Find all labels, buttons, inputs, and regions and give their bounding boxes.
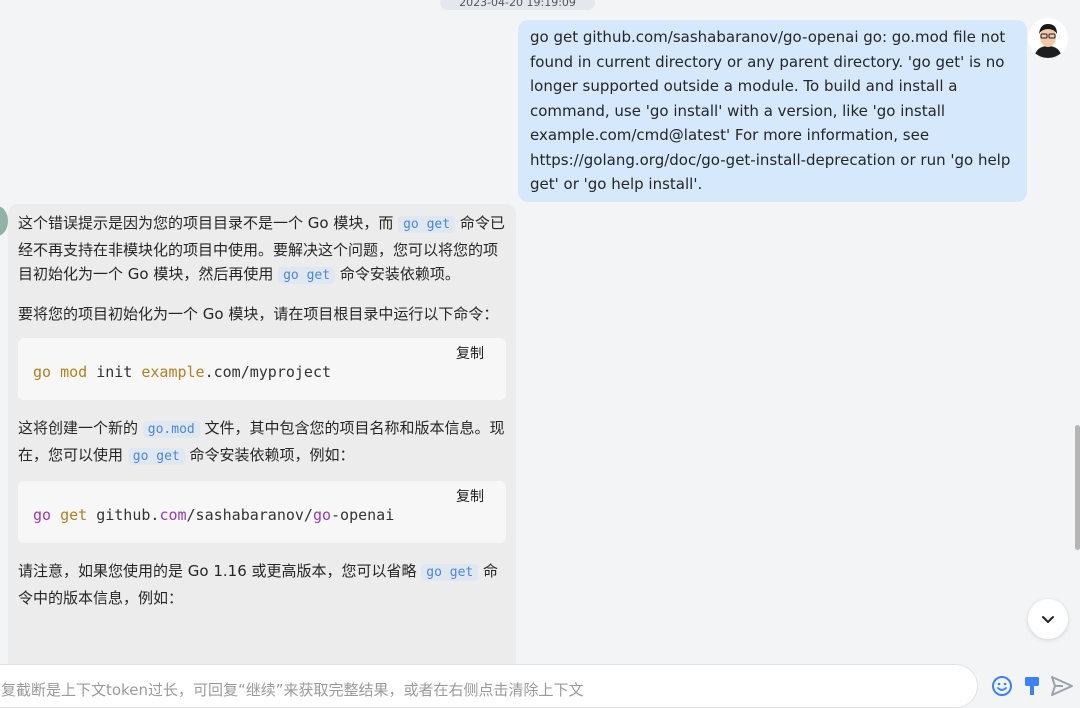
user-message-text: go get github.com/sashabaranov/go-openai… [530,28,1011,193]
chat-input-placeholder: 复截断是上下文token过长，可回复“继续”来获取完整结果，或者在右侧点击清除上… [1,681,584,699]
inline-code: go get [398,216,456,233]
brush-icon [1025,677,1039,695]
paragraph-text: 命令安装依赖项，例如： [184,445,355,464]
smile-icon [992,676,1012,696]
inline-code: go get [278,267,336,284]
chevron-down-icon [1042,616,1054,623]
code-block-1: 复制 go mod init example.com/myproject [18,338,506,400]
assistant-paragraph-4: 请注意，如果您使用的是 Go 1.16 或更高版本，您可以省略 go get 命… [18,559,506,610]
scrollbar-thumb[interactable] [1075,425,1080,550]
emoji-button[interactable] [991,675,1013,701]
assistant-paragraph-2: 要将您的项目初始化为一个 Go 模块，请在项目根目录中运行以下命令： [18,304,499,323]
paragraph-text: 这个错误提示是因为您的项目目录不是一个 Go 模块，而 [18,214,399,232]
paragraph-text: 这将创建一个新的 [18,419,143,437]
inline-code: go get [421,564,479,581]
paragraph-text: 命令安装依赖项。 [335,265,460,283]
code-line: go get github.com/sashabaranov/go-openai [33,506,395,524]
assistant-message-bubble: 这个错误提示是因为您的项目目录不是一个 Go 模块，而 go get 命令已经不… [8,204,516,674]
inline-code: go.mod [142,421,200,438]
copy-button[interactable]: 复制 [456,341,484,366]
code-block-2: 复制 go get github.com/sashabaranov/go-ope… [18,481,506,543]
paragraph-text: 请注意，如果您使用的是 Go 1.16 或更高版本，您可以省略 [18,562,422,580]
clear-context-button[interactable] [1022,675,1042,701]
send-icon [1051,676,1073,696]
user-avatar-image [1028,18,1068,58]
send-button[interactable] [1050,675,1074,701]
code-line: go mod init example.com/myproject [33,363,332,381]
message-timestamp: 2023-04-20 19:19:09 [440,0,595,10]
scroll-to-bottom-button[interactable] [1028,599,1068,639]
assistant-paragraph-3: 这将创建一个新的 go.mod 文件，其中包含您的项目名称和版本信息。现在，您可… [18,416,506,469]
inline-code: go get [127,447,185,465]
assistant-avatar [0,206,8,236]
assistant-paragraph-1: 这个错误提示是因为您的项目目录不是一个 Go 模块，而 go get 命令已经不… [18,211,506,289]
user-avatar[interactable] [1028,18,1068,58]
user-message-bubble: go get github.com/sashabaranov/go-openai… [518,20,1027,202]
chat-input[interactable]: 复截断是上下文token过长，可回复“继续”来获取完整结果，或者在右侧点击清除上… [0,664,978,708]
copy-button[interactable]: 复制 [456,484,484,509]
